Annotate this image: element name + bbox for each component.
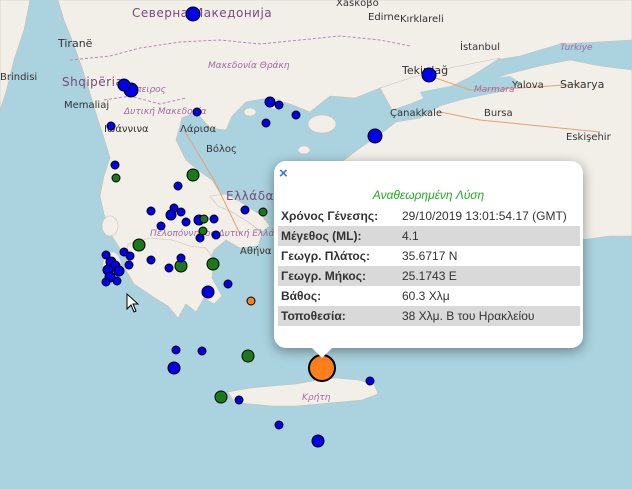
earthquake-marker[interactable] [110, 160, 120, 170]
table-row: Γεωγρ. Πλάτος: 35.6717 N [278, 246, 580, 266]
earthquake-marker[interactable] [173, 181, 183, 191]
earthquake-marker[interactable] [264, 96, 276, 108]
earthquake-marker[interactable] [146, 255, 156, 265]
info-value: 4.1 [399, 226, 580, 246]
info-value: 60.3 Χλμ [402, 289, 450, 303]
earthquake-marker[interactable] [101, 277, 111, 287]
earthquake-marker[interactable] [214, 390, 228, 404]
earthquake-marker[interactable] [171, 345, 181, 355]
earthquake-marker[interactable] [258, 207, 268, 217]
selected-earthquake-marker[interactable] [308, 354, 336, 382]
earthquake-marker[interactable] [156, 221, 166, 231]
table-row: Μέγεθος (ML): 4.1 [278, 226, 580, 246]
earthquake-marker[interactable] [117, 78, 131, 92]
island [297, 145, 311, 155]
island [101, 215, 119, 237]
earthquake-marker[interactable] [240, 205, 250, 215]
earthquake-info-popup: × Αναθεωρημένη Λύση Χρόνος Γένεσης: 29/1… [274, 161, 583, 348]
info-value: 25.1743 E [399, 266, 580, 286]
map-label: Bursa [484, 108, 513, 119]
info-value: 38 Χλμ. Β του Ηρακλείου [399, 306, 580, 326]
earthquake-marker[interactable] [176, 253, 186, 263]
map-region-label: Marmara [474, 85, 514, 95]
earthquake-marker[interactable] [367, 128, 383, 144]
earthquake-marker[interactable] [124, 260, 134, 270]
earthquake-marker[interactable] [291, 110, 301, 120]
info-key: Τοποθεσία: [278, 306, 399, 326]
cursor-arrow-icon [126, 293, 140, 313]
island [307, 114, 337, 134]
earthquake-marker[interactable] [365, 376, 375, 386]
earthquake-marker[interactable] [164, 263, 174, 273]
map-region-label: Turkiye [560, 43, 593, 53]
island [243, 107, 257, 117]
map-label: Северна Македонија [132, 6, 272, 20]
info-value: 35.6717 N [402, 249, 458, 263]
popup-tip [310, 346, 334, 358]
earthquake-marker[interactable] [223, 279, 233, 289]
map-label: Shqipëria [62, 75, 123, 89]
map-label: Αθήνα [240, 245, 272, 257]
earthquake-marker[interactable] [197, 346, 207, 356]
map-label: Memaliaj [64, 100, 109, 111]
map-label: Yalova [511, 80, 544, 91]
map-label: İstanbul [460, 40, 500, 53]
earthquake-marker[interactable] [165, 209, 177, 221]
earthquake-marker[interactable] [132, 238, 146, 252]
earthquake-marker[interactable] [106, 121, 116, 131]
map-region-label: Μακεδονία Θράκη [208, 61, 290, 71]
map-label: Edirne [368, 12, 400, 23]
info-value: 29/10/2019 13:01:54.17 (GMT) [402, 209, 567, 223]
map-label: Sakarya [560, 78, 604, 91]
table-row: Τοποθεσία: 38 Χλμ. Β του Ηρακλείου [278, 306, 580, 326]
earthquake-marker[interactable] [201, 285, 215, 299]
earthquake-marker[interactable] [186, 168, 200, 182]
earthquake-marker[interactable] [181, 217, 191, 227]
earthquake-marker[interactable] [199, 214, 209, 224]
earthquake-marker[interactable] [112, 276, 122, 286]
earthquake-marker[interactable] [421, 67, 437, 83]
table-row: Χρόνος Γένεσης: 29/10/2019 13:01:54.17 (… [278, 206, 580, 226]
earthquake-marker[interactable] [246, 296, 256, 306]
earthquake-marker[interactable] [209, 214, 219, 224]
table-row: Βάθος: 60.3 Χλμ [278, 286, 580, 306]
earthquake-marker[interactable] [241, 349, 255, 363]
table-row: Γεωγρ. Μήκος: 25.1743 E [278, 266, 580, 286]
info-key: Χρόνος Γένεσης: [281, 209, 379, 223]
earthquake-marker[interactable] [261, 118, 271, 128]
map-label: Λάρισα [180, 123, 217, 135]
map-label: Xásκοβο [336, 0, 379, 9]
earthquake-marker[interactable] [274, 100, 284, 110]
popup-heading: Αναθεωρημένη Λύση [372, 188, 485, 202]
earthquake-marker[interactable] [274, 420, 284, 430]
info-key: Μέγεθος (ML): [278, 226, 399, 246]
earthquake-marker[interactable] [206, 257, 220, 271]
map-label: Βόλος [206, 143, 237, 155]
info-key: Γεωγρ. Μήκος: [278, 266, 399, 286]
close-icon[interactable]: × [279, 166, 288, 182]
earthquake-marker[interactable] [167, 361, 181, 375]
earthquake-marker[interactable] [234, 395, 244, 405]
map-label: Eskişehir [566, 132, 612, 143]
earthquake-marker[interactable] [185, 6, 201, 22]
map-label: Tiranë [57, 37, 93, 50]
earthquake-marker[interactable] [176, 207, 186, 217]
map-region-label: Κρήτη [302, 393, 331, 403]
info-table: Χρόνος Γένεσης: 29/10/2019 13:01:54.17 (… [278, 206, 580, 326]
earthquake-marker[interactable] [146, 206, 156, 216]
earthquake-marker[interactable] [195, 233, 205, 243]
map-label: Çanakkale [390, 108, 442, 119]
earthquake-marker[interactable] [111, 173, 121, 183]
map-label: Ελλάδα [226, 189, 274, 203]
earthquake-marker[interactable] [125, 251, 135, 261]
earthquake-marker[interactable] [211, 230, 221, 240]
map-label: Brindisi [0, 72, 37, 83]
earthquake-marker[interactable] [113, 265, 125, 277]
earthquake-marker[interactable] [192, 107, 202, 117]
info-key: Γεωγρ. Πλάτος: [281, 249, 370, 263]
map-label: Kırklareli [400, 14, 444, 25]
earthquake-marker[interactable] [311, 434, 325, 448]
info-key: Βάθος: [281, 289, 322, 303]
